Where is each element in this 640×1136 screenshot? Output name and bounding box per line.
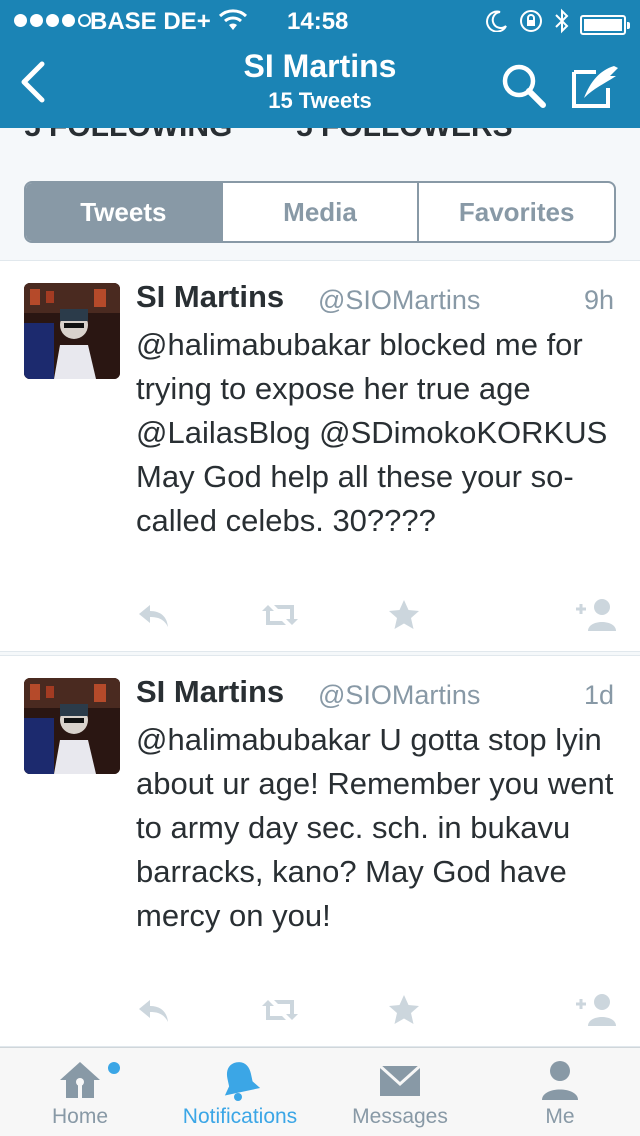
battery-icon <box>580 14 630 35</box>
search-icon <box>502 64 546 108</box>
reply-button[interactable] <box>136 597 172 633</box>
reply-button[interactable] <box>136 992 172 1028</box>
retweet-button[interactable] <box>260 597 300 633</box>
star-icon <box>389 995 419 1024</box>
follow-button[interactable] <box>574 597 620 633</box>
tweet-timestamp: 9h <box>583 285 614 315</box>
home-icon <box>56 1058 104 1102</box>
rotation-lock-icon <box>518 8 544 41</box>
compose-icon <box>572 66 618 108</box>
bell-icon <box>216 1058 264 1102</box>
bluetooth-icon <box>554 8 570 41</box>
tab-media[interactable]: Media <box>223 183 420 241</box>
avatar[interactable] <box>24 283 120 379</box>
reply-icon <box>139 1000 168 1022</box>
tweet-author-handle[interactable]: @SIOMartins <box>318 680 480 711</box>
tab-bar: Home Notifications Messages Me <box>0 1047 640 1136</box>
tab-tweets[interactable]: Tweets <box>26 183 223 241</box>
tab-favorites[interactable]: Favorites <box>419 183 614 241</box>
unread-dot <box>108 1062 120 1074</box>
search-button[interactable] <box>500 62 548 110</box>
retweet-icon <box>262 1000 298 1020</box>
reply-icon <box>139 605 168 627</box>
envelope-icon <box>376 1058 424 1102</box>
favorite-button[interactable] <box>386 992 422 1028</box>
status-bar: BASE DE+ 14:58 <box>0 0 640 40</box>
carrier-label: BASE DE+ <box>90 8 211 35</box>
clock: 14:58 <box>287 8 349 35</box>
tab-label: Me <box>545 1105 575 1128</box>
avatar[interactable] <box>24 678 120 774</box>
tab-messages[interactable]: Messages <box>320 1048 480 1136</box>
tab-notifications[interactable]: Notifications <box>160 1048 320 1136</box>
tweet-actions <box>136 992 620 1032</box>
tab-label: Notifications <box>182 1105 298 1128</box>
follow-button[interactable] <box>574 992 620 1028</box>
add-user-icon <box>576 599 616 631</box>
tweet-text: @halimabubakar U gotta stop lyin about u… <box>136 722 614 933</box>
person-icon <box>536 1058 584 1102</box>
retweet-button[interactable] <box>260 992 300 1028</box>
tab-label: Home <box>51 1105 109 1128</box>
tweet-item[interactable]: SI Martins @SIOMartins 1d @halimabubakar… <box>0 655 640 1047</box>
tweet-item[interactable]: SI Martins @SIOMartins 9h @halimabubakar… <box>0 260 640 652</box>
tweet-author-handle[interactable]: @SIOMartins <box>318 285 480 316</box>
following-count[interactable]: 5 FOLLOWING <box>24 128 232 144</box>
follow-stats: 5 FOLLOWING 5 FOLLOWERS <box>0 128 640 148</box>
tweet-actions <box>136 597 620 637</box>
followers-count[interactable]: 5 FOLLOWERS <box>296 128 513 144</box>
profile-tabs: Tweets Media Favorites <box>24 181 616 243</box>
tweet-author-name[interactable]: SI Martins <box>136 674 284 710</box>
tab-me[interactable]: Me <box>480 1048 640 1136</box>
tweet-text: @halimabubakar blocked me for trying to … <box>136 327 608 538</box>
star-icon <box>389 600 419 629</box>
moon-icon <box>486 10 508 39</box>
tweet-timestamp: 1d <box>583 680 614 710</box>
favorite-button[interactable] <box>386 597 422 633</box>
tab-label: Messages <box>352 1105 448 1128</box>
wifi-icon <box>218 8 248 39</box>
tab-home[interactable]: Home <box>0 1048 160 1136</box>
compose-button[interactable] <box>570 62 622 110</box>
signal-icon <box>14 14 91 27</box>
tweet-author-name[interactable]: SI Martins <box>136 279 284 315</box>
add-user-icon <box>576 994 616 1026</box>
header: BASE DE+ 14:58 SI Martins 15 Tweets <box>0 0 640 128</box>
retweet-icon <box>262 605 298 625</box>
